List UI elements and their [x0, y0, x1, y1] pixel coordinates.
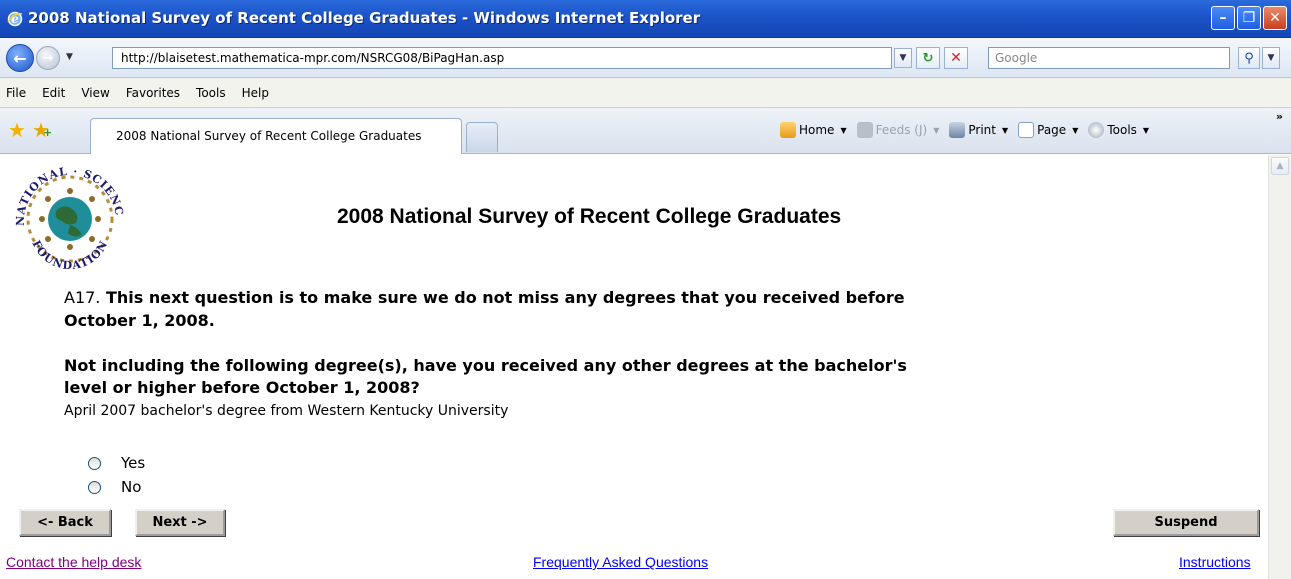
feeds-button[interactable]: Feeds (J) ▼: [856, 122, 939, 138]
stop-icon[interactable]: ✕: [944, 47, 968, 69]
ie-logo-icon: e: [7, 11, 23, 27]
window-title: 2008 National Survey of Recent College G…: [28, 9, 701, 27]
page-menu-button[interactable]: Page ▼: [1018, 122, 1078, 138]
menu-edit[interactable]: Edit: [42, 86, 65, 100]
tools-menu-button[interactable]: Tools ▼: [1088, 122, 1149, 138]
faq-link[interactable]: Frequently Asked Questions: [533, 554, 708, 570]
scroll-up-icon[interactable]: ▲: [1271, 157, 1289, 175]
chevron-down-icon[interactable]: ▼: [1072, 126, 1078, 135]
tools-label: Tools: [1107, 123, 1137, 137]
window-titlebar: e 2008 National Survey of Recent College…: [0, 0, 1291, 38]
address-toolbar: ← → ▼ http://blaisetest.mathematica-mpr.…: [0, 38, 1291, 78]
degree-info: April 2007 bachelor's degree from Wester…: [64, 403, 509, 419]
chevron-down-icon[interactable]: ▼: [840, 126, 846, 135]
search-input[interactable]: Google: [988, 47, 1230, 69]
gear-icon: [1088, 122, 1105, 138]
next-button[interactable]: Next ->: [135, 509, 225, 536]
option-no[interactable]: No: [88, 478, 141, 496]
address-input[interactable]: http://blaisetest.mathematica-mpr.com/NS…: [112, 47, 892, 69]
address-dropdown-icon[interactable]: ▼: [894, 48, 912, 68]
recent-pages-dropdown-icon[interactable]: ▼: [66, 52, 73, 62]
back-button[interactable]: <- Back: [19, 509, 111, 536]
feeds-icon: [856, 122, 873, 138]
option-yes[interactable]: Yes: [88, 454, 145, 472]
help-desk-link[interactable]: Contact the help desk: [6, 554, 141, 570]
suspend-button[interactable]: Suspend: [1113, 509, 1259, 536]
close-button[interactable]: ✕: [1263, 6, 1287, 30]
question-text-line3: Not including the following degree(s), h…: [64, 356, 907, 375]
question-text: This next question is to make sure we do…: [105, 288, 905, 307]
minimize-button[interactable]: –: [1211, 6, 1235, 30]
new-tab-button[interactable]: [466, 122, 498, 152]
vertical-scrollbar[interactable]: ▲: [1268, 155, 1291, 579]
radio-yes[interactable]: [88, 456, 101, 470]
add-favorite-icon[interactable]: ★: [32, 118, 52, 142]
home-label: Home: [799, 123, 835, 137]
svg-text:FOUNDATION: FOUNDATION: [29, 238, 110, 272]
page-icon: [1018, 122, 1035, 138]
question-text-line4: level or higher before October 1, 2008?: [64, 378, 420, 397]
forward-nav-button[interactable]: →: [36, 46, 60, 70]
print-button[interactable]: Print ▼: [949, 122, 1008, 138]
chevron-down-icon[interactable]: ▼: [1002, 126, 1008, 135]
chevron-right-icon[interactable]: »: [1276, 110, 1283, 123]
chevron-down-icon[interactable]: ▼: [933, 126, 939, 135]
arrow-right-icon: →: [42, 50, 54, 66]
option-no-label: No: [121, 478, 142, 496]
radio-no[interactable]: [88, 480, 101, 494]
refresh-icon[interactable]: ↻: [916, 47, 940, 69]
nsf-logo: NATIONAL · SCIENCE FOUNDATION: [10, 163, 125, 272]
restore-button[interactable]: ❐: [1237, 6, 1261, 30]
print-label: Print: [968, 123, 996, 137]
page-title: 2008 National Survey of Recent College G…: [337, 205, 842, 228]
feeds-label: Feeds (J): [875, 123, 928, 137]
chevron-down-icon[interactable]: ▼: [1143, 126, 1149, 135]
favorites-center-icon[interactable]: ★: [8, 118, 26, 142]
search-options-dropdown-icon[interactable]: ▼: [1262, 47, 1280, 69]
tab-active[interactable]: 2008 National Survey of Recent College G…: [90, 118, 462, 154]
menu-help[interactable]: Help: [242, 86, 269, 100]
printer-icon: [949, 122, 966, 138]
search-icon[interactable]: ⚲: [1238, 47, 1260, 69]
question-text-line2: October 1, 2008.: [64, 311, 215, 330]
menu-tools[interactable]: Tools: [196, 86, 226, 100]
home-button[interactable]: Home ▼: [780, 122, 847, 138]
page-content: NATIONAL · SCIENCE FOUNDATION 2008 Natio…: [0, 155, 1268, 579]
arrow-left-icon: ←: [13, 48, 27, 68]
page-label: Page: [1037, 123, 1067, 137]
option-yes-label: Yes: [121, 454, 146, 472]
menu-favorites[interactable]: Favorites: [126, 86, 180, 100]
tab-command-bar: ★ ★ 2008 National Survey of Recent Colle…: [0, 108, 1291, 154]
back-nav-button[interactable]: ←: [6, 44, 34, 72]
question-text-line1: A17. This next question is to make sure …: [64, 288, 905, 307]
menu-file[interactable]: File: [6, 86, 26, 100]
question-number: A17.: [64, 288, 101, 307]
menu-view[interactable]: View: [81, 86, 109, 100]
menu-bar: File Edit View Favorites Tools Help: [0, 78, 1291, 108]
instructions-link[interactable]: Instructions: [1179, 554, 1251, 570]
home-icon: [780, 122, 796, 138]
